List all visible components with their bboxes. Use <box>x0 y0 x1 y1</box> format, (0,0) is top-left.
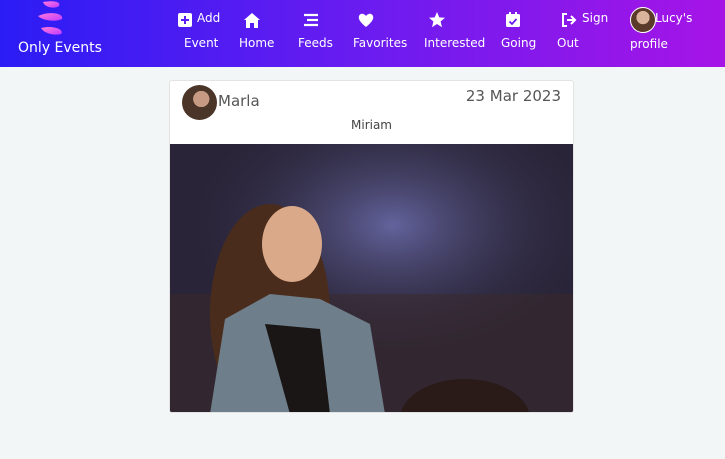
bars-icon <box>302 11 320 29</box>
nav-favorites-label: Favorites <box>353 36 408 50</box>
nav-add-event-line1: Add <box>197 11 221 25</box>
nav-favorites[interactable]: Favorites <box>353 6 407 58</box>
sign-out-icon <box>560 11 578 29</box>
nav-profile[interactable]: Lucy's profile <box>630 6 700 58</box>
post-date: 23 Mar 2023 <box>465 87 561 105</box>
nav-sign-out-line1: Sign <box>582 11 609 25</box>
nav-feeds[interactable]: Feeds <box>297 6 333 58</box>
nav-sign-out-line2: Out <box>557 36 579 50</box>
nav-add-event-line2: Event <box>184 36 219 50</box>
nav-interested-label: Interested <box>424 36 486 50</box>
calendar-check-icon <box>504 11 522 29</box>
nav-feeds-label: Feeds <box>298 36 333 50</box>
nav-add-event[interactable]: Add Event <box>176 6 226 58</box>
nav-profile-line1: Lucy's <box>655 11 693 25</box>
post-image[interactable] <box>170 144 573 412</box>
post-title[interactable]: Miriam <box>170 118 573 132</box>
post-card: Marla 23 Mar 2023 Miriam <box>169 80 574 413</box>
brand-logo-icon <box>38 1 63 35</box>
nav-going-label: Going <box>501 36 537 50</box>
heart-icon <box>357 11 375 29</box>
nav-going[interactable]: Going <box>500 6 538 58</box>
nav-home-label: Home <box>239 36 275 50</box>
plus-square-icon <box>177 12 195 30</box>
author-avatar[interactable] <box>182 85 217 120</box>
nav-interested[interactable]: Interested <box>423 6 485 58</box>
star-icon <box>428 11 446 29</box>
home-icon <box>243 11 261 29</box>
brand-link[interactable]: Only Events <box>17 0 103 67</box>
author-name[interactable]: Marla <box>218 92 260 110</box>
nav-home[interactable]: Home <box>238 6 274 58</box>
post-photo <box>170 144 573 412</box>
top-navbar: Only Events Add Event Home Feeds Favorit… <box>0 0 725 67</box>
nav-profile-line2: profile <box>630 37 668 51</box>
brand-name: Only Events <box>18 40 102 56</box>
nav-sign-out[interactable]: Sign Out <box>557 6 609 58</box>
